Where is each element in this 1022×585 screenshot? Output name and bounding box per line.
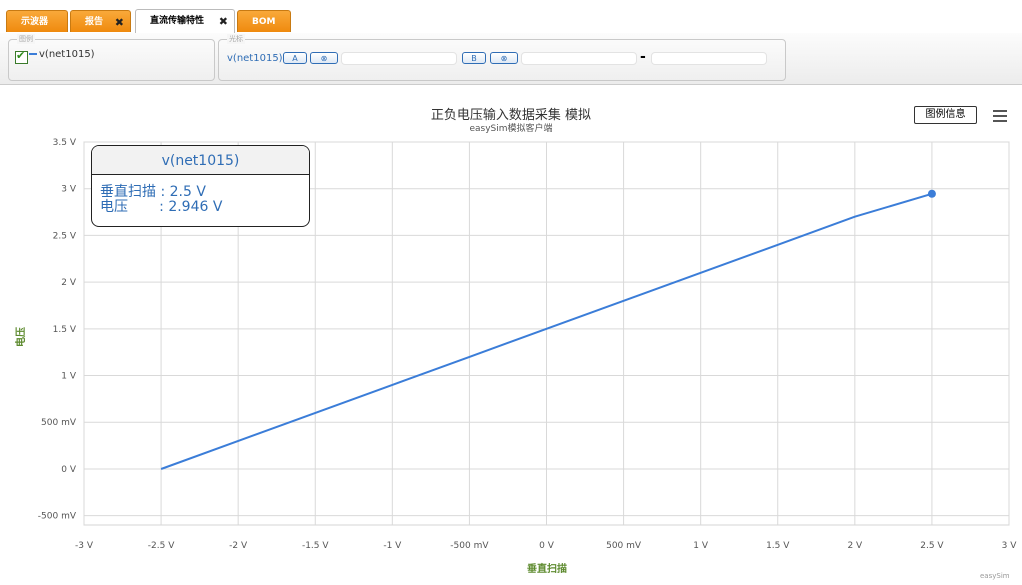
tooltip-header: v(net1015) [92, 146, 309, 175]
clear-cursor-a-icon[interactable]: ⊗ [310, 52, 338, 64]
tab-label: BOM [252, 17, 276, 27]
control-panel: 图例 v(net1015) 光标 v(net1015) A ⊗ B ⊗ - [0, 33, 1022, 85]
clear-cursor-b-icon[interactable]: ⊗ [490, 52, 518, 64]
y-tick-label: 2 V [61, 278, 77, 288]
data-tooltip: v(net1015) 垂直扫描 : 2.5 V 电压 : 2.946 V [91, 145, 310, 227]
cursor-b-button[interactable]: B [462, 52, 486, 64]
chart-subtitle: easySim模拟客户端 [469, 124, 553, 134]
x-tick-label: -3 V [75, 541, 94, 551]
x-tick-label: 1.5 V [766, 541, 790, 551]
y-tick-label: 1.5 V [53, 325, 77, 335]
tab-report[interactable]: 报告 ✖ [70, 10, 131, 32]
y-tick-label: 0 V [61, 465, 77, 475]
y-axis-title: 电压 [14, 327, 27, 347]
cursor-a-field [341, 52, 457, 65]
y-tick-label: 3.5 V [53, 138, 77, 148]
series-line [160, 192, 933, 470]
legend-item-label: v(net1015) [39, 49, 95, 60]
x-tick-label: -2 V [229, 541, 248, 551]
x-tick-label: -500 mV [450, 541, 489, 551]
credit-text: easySim [980, 572, 1010, 580]
legend-panel-label: 图例 [17, 34, 35, 44]
series-line-icon [29, 53, 37, 55]
x-tick-label: -1.5 V [302, 541, 329, 551]
cursor-signal-label: v(net1015) [227, 53, 283, 64]
y-tick-label: 1 V [61, 372, 77, 382]
close-icon[interactable]: ✖ [219, 11, 228, 33]
series-group [160, 189, 936, 470]
y-tick-label: 500 mV [41, 418, 77, 428]
y-tick-label: 2.5 V [53, 231, 77, 241]
x-tick-label: -1 V [383, 541, 402, 551]
tab-bom[interactable]: BOM [237, 10, 291, 32]
y-axis-ticks: -500 mV 0 V 500 mV 1 V 1.5 V 2 V 2.5 V 3 V 3.5 V [38, 138, 77, 522]
x-tick-label: -2.5 V [148, 541, 175, 551]
cursor-separator: - [640, 49, 646, 65]
tab-label: 报告 [85, 17, 104, 27]
tab-label: 直流传输特性 [150, 16, 205, 26]
legend-panel: 图例 v(net1015) [8, 34, 215, 81]
legend-info-button[interactable]: 图例信息 [914, 106, 977, 124]
x-tick-label: 1 V [693, 541, 709, 551]
line-chart: -3 V -2.5 V -2 V -1.5 V -1 V -500 mV 0 V 500 mV… [14, 138, 1017, 575]
menu-icon[interactable] [993, 108, 1007, 122]
x-tick-label: 2.5 V [920, 541, 944, 551]
x-tick-label: 500 mV [606, 541, 642, 551]
tab-bar: 示波器 报告 ✖ 直流传输特性 ✖ BOM [0, 0, 1022, 34]
close-icon[interactable]: ✖ [115, 12, 124, 34]
cursor-panel: 光标 v(net1015) A ⊗ B ⊗ - [218, 34, 786, 81]
x-tick-label: 0 V [539, 541, 555, 551]
cursor-panel-label: 光标 [227, 34, 245, 44]
legend-item[interactable]: v(net1015) [29, 49, 95, 60]
tab-label: 示波器 [21, 17, 49, 27]
y-tick-label: -500 mV [38, 512, 77, 522]
x-tick-label: 2 V [847, 541, 863, 551]
cursor-a-button[interactable]: A [283, 52, 307, 64]
tab-oscilloscope[interactable]: 示波器 [6, 10, 68, 32]
cursor-b-field [521, 52, 637, 65]
x-axis-ticks: -3 V -2.5 V -2 V -1.5 V -1 V -500 mV 0 V 500 mV… [75, 541, 1017, 551]
cursor-delta-field [651, 52, 767, 65]
x-tick-label: 3 V [1002, 541, 1018, 551]
tab-dc-transfer[interactable]: 直流传输特性 ✖ [135, 9, 235, 33]
x-axis-title: 垂直扫描 [527, 562, 567, 575]
series-checkbox[interactable] [15, 49, 28, 64]
highlight-point[interactable] [927, 189, 936, 198]
tooltip-row-y: 电压 : 2.946 V [100, 199, 223, 215]
y-tick-label: 3 V [61, 185, 77, 195]
